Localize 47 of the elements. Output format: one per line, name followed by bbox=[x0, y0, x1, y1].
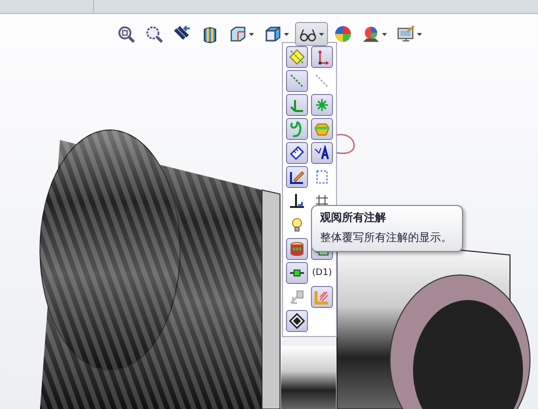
visibility-toggle[interactable] bbox=[286, 94, 308, 116]
visibility-toggle[interactable] bbox=[311, 46, 333, 68]
gem-icon bbox=[314, 121, 330, 137]
visibility-toggle[interactable] bbox=[286, 166, 308, 188]
toolbar-button[interactable] bbox=[294, 22, 328, 46]
dashed-line-icon bbox=[314, 73, 330, 89]
navigator-diamond-icon bbox=[289, 313, 305, 329]
dashed-line-icon bbox=[289, 73, 305, 89]
sketch-pencil-icon bbox=[289, 169, 305, 185]
lightbulb-icon bbox=[289, 217, 305, 233]
caret-icon bbox=[284, 32, 288, 36]
visibility-toggle[interactable] bbox=[311, 142, 333, 164]
tooltip-title: 观阅所有注解 bbox=[320, 210, 387, 225]
caret-icon bbox=[318, 32, 324, 36]
asterisk-point-icon bbox=[314, 97, 330, 113]
view-orientation-icon bbox=[228, 25, 246, 43]
perpendicular-icon bbox=[289, 193, 305, 209]
visibility-toggle[interactable] bbox=[311, 286, 333, 308]
visibility-toggle[interactable] bbox=[286, 142, 308, 164]
visibility-toggle[interactable] bbox=[286, 118, 308, 140]
display-style-cube-icon bbox=[264, 25, 282, 43]
coordinate-axes-icon bbox=[289, 97, 305, 113]
scene-sphere-icon bbox=[362, 25, 380, 43]
zoom-fit-icon bbox=[116, 25, 134, 43]
caret-icon bbox=[416, 32, 422, 36]
visibility-toggle[interactable] bbox=[286, 262, 308, 284]
dashed-box-icon bbox=[314, 169, 330, 185]
visibility-toggle[interactable] bbox=[286, 238, 308, 260]
visibility-toggle[interactable] bbox=[286, 46, 308, 68]
visibility-toggle[interactable] bbox=[286, 70, 308, 92]
diamond-icon bbox=[289, 49, 305, 65]
dimension-toggle[interactable]: (D1) bbox=[311, 262, 333, 284]
annotation-a-icon bbox=[314, 145, 330, 161]
visibility-toggle[interactable] bbox=[286, 310, 308, 332]
ruler-icon bbox=[289, 145, 305, 161]
tooltip-description: 整体覆写所有注解的显示。 bbox=[320, 230, 452, 245]
pipe-body-drawing bbox=[281, 346, 336, 409]
visibility-toggle[interactable] bbox=[311, 94, 333, 116]
part-arrow-icon bbox=[289, 289, 305, 305]
cylinder-icon bbox=[289, 241, 305, 257]
color-sphere-icon bbox=[334, 25, 352, 43]
zoom-area-icon bbox=[144, 25, 162, 43]
caret-icon bbox=[382, 32, 386, 36]
weld-bead-icon bbox=[314, 289, 330, 305]
monitor-settings-icon bbox=[396, 25, 414, 43]
visibility-toggle[interactable] bbox=[311, 118, 333, 140]
caret-icon bbox=[248, 32, 254, 36]
